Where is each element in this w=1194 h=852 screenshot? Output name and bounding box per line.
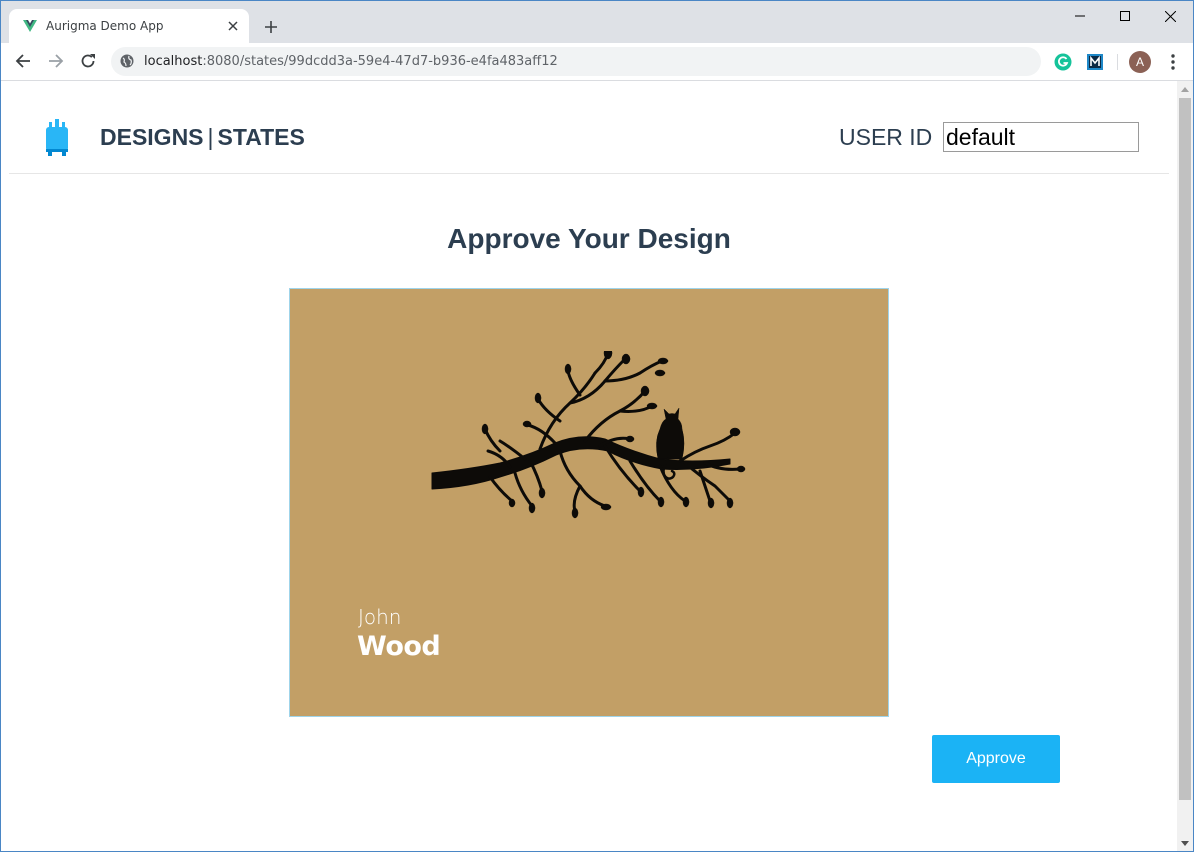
scrollbar-thumb[interactable]	[1179, 98, 1191, 800]
profile-avatar[interactable]: A	[1129, 51, 1151, 73]
back-arrow-icon[interactable]	[11, 49, 35, 73]
vertical-scrollbar[interactable]	[1177, 81, 1193, 851]
card-first-name: John	[358, 605, 402, 629]
design-preview: John Wood	[289, 288, 889, 717]
user-id-input[interactable]	[943, 122, 1139, 152]
page-viewport: DESIGNS|STATES USER ID Approve Your Desi…	[1, 81, 1177, 851]
maximize-icon[interactable]	[1102, 1, 1148, 31]
url-path: :8080/states/99dcdd3a-59e4-47d7-b936-e4f…	[202, 54, 558, 69]
main-nav: DESIGNS | STATES	[100, 124, 305, 151]
kebab-menu-icon[interactable]	[1163, 51, 1183, 73]
user-id-label: USER ID	[839, 124, 933, 150]
browser-window: Aurigma Demo App localhost:8080/states/9…	[0, 0, 1194, 852]
address-bar[interactable]: localhost:8080/states/99dcdd3a-59e4-47d7…	[111, 47, 1041, 76]
tab-title: Aurigma Demo App	[46, 19, 164, 33]
browser-toolbar: localhost:8080/states/99dcdd3a-59e4-47d7…	[1, 43, 1193, 81]
approve-button[interactable]: Approve	[932, 735, 1060, 783]
page-title: Approve Your Design	[447, 223, 731, 254]
new-tab-plus-icon[interactable]	[259, 15, 283, 39]
nav-separator: |	[207, 124, 214, 150]
app-header: DESIGNS | STATES USER ID	[9, 81, 1169, 174]
scroll-up-arrow-icon[interactable]	[1177, 81, 1193, 97]
nav-designs-link[interactable]: DESIGNS	[100, 124, 204, 150]
vue-logo-icon	[22, 18, 38, 34]
minimize-icon[interactable]	[1057, 1, 1103, 31]
url-text: localhost:8080/states/99dcdd3a-59e4-47d7…	[144, 54, 558, 69]
toolbar-divider	[1117, 54, 1118, 70]
m-extension-icon[interactable]	[1086, 53, 1104, 71]
cat-on-branch-image	[431, 351, 746, 519]
nav-states-link[interactable]: STATES	[218, 124, 305, 150]
close-window-icon[interactable]	[1147, 1, 1193, 31]
reload-icon[interactable]	[76, 49, 100, 73]
url-host: localhost	[144, 54, 203, 69]
grammarly-icon[interactable]	[1054, 53, 1072, 71]
paint-tube-icon[interactable]	[43, 119, 71, 157]
tab-strip: Aurigma Demo App	[1, 1, 1193, 43]
globe-icon	[120, 54, 134, 68]
card-last-name: Wood	[357, 631, 441, 662]
forward-arrow-icon[interactable]	[44, 49, 68, 73]
browser-tab[interactable]: Aurigma Demo App	[9, 9, 249, 43]
scroll-down-arrow-icon[interactable]	[1177, 835, 1193, 851]
close-tab-icon[interactable]	[225, 18, 241, 34]
